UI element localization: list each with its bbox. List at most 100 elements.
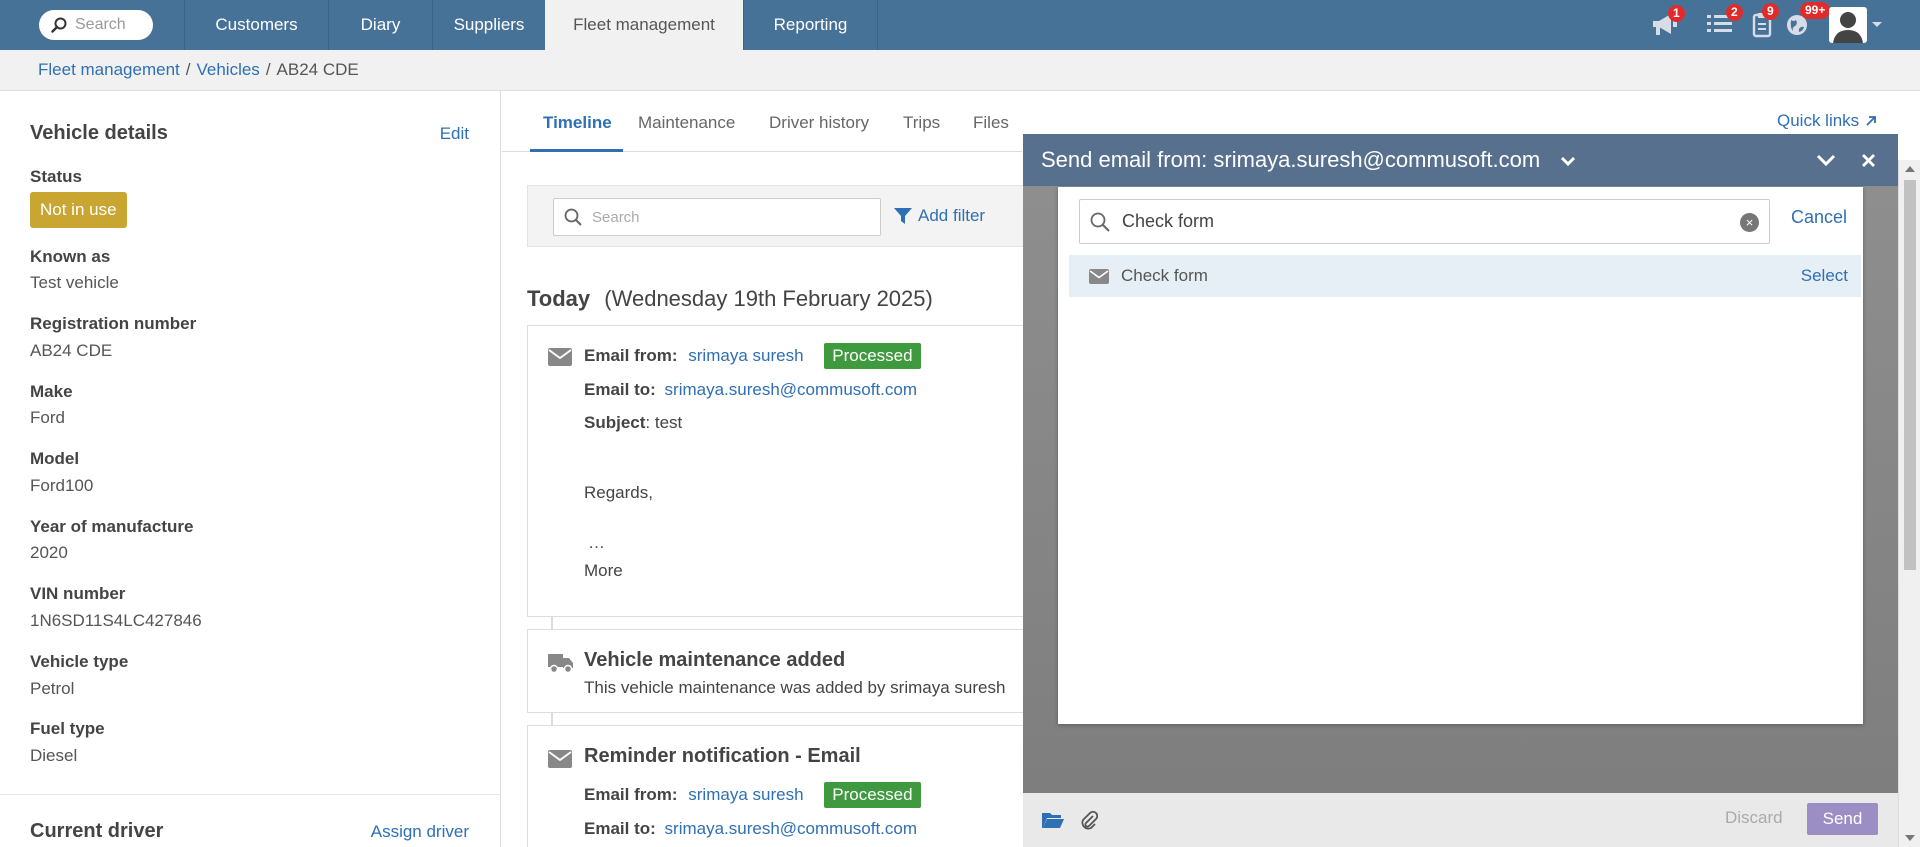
email-to-address-link[interactable]: srimaya.suresh@commusoft.com [665, 380, 918, 399]
nav-diary[interactable]: Diary [328, 0, 432, 50]
maintenance-timeline-card: Vehicle maintenance added This vehicle m… [527, 629, 1047, 713]
breadcrumb-vehicles[interactable]: Vehicles [196, 60, 259, 80]
field-value-model: Ford100 [30, 476, 94, 495]
breadcrumb-separator: / [185, 60, 191, 79]
announcements-badge: 1 [1668, 5, 1685, 22]
paperclip-icon[interactable] [1080, 810, 1098, 830]
reminder-to-row: Email to: srimaya.suresh@commusoft.com [584, 819, 917, 839]
send-email-title[interactable]: Send email from: srimaya.suresh@commusof… [1041, 147, 1576, 173]
field-label-vehicle-type: Vehicle type [30, 652, 129, 671]
field-value-known-as: Test vehicle [30, 273, 119, 292]
truck-icon [548, 654, 573, 674]
tasks-button[interactable]: 2 [1707, 4, 1743, 38]
send-email-modal-footer: Discard Send [1023, 793, 1898, 847]
day-date: (Wednesday 19th February 2025) [604, 286, 933, 311]
breadcrumb-separator: / [265, 60, 271, 79]
day-label: Today [527, 286, 591, 311]
reminder-from-row: Email from: srimaya suresh Processed [584, 782, 921, 808]
chevron-down-icon[interactable] [1871, 21, 1883, 29]
search-icon [564, 208, 582, 226]
announcements-button[interactable]: 1 [1650, 5, 1685, 38]
timeline-filter-bar: Search Add filter [527, 185, 1037, 247]
nav-suppliers[interactable]: Suppliers [432, 0, 545, 50]
picker-cancel-button[interactable]: Cancel [1791, 207, 1847, 228]
field-label-vin: VIN number [30, 584, 126, 603]
nav-reporting[interactable]: Reporting [743, 0, 878, 50]
reminder-from-label: Email from: [584, 785, 678, 804]
top-navigation-bar: Search Customers Diary Suppliers Fleet m… [0, 0, 1920, 50]
quick-links-button[interactable]: Quick links [1777, 111, 1877, 131]
clipboard-badge: 9 [1762, 3, 1779, 20]
email-more-link[interactable]: More [584, 561, 623, 581]
field-value-fuel-type: Diesel [30, 746, 78, 765]
nav-customers[interactable]: Customers [184, 0, 328, 50]
quick-links-label: Quick links [1777, 111, 1860, 130]
field-label-known-as: Known as [30, 247, 111, 266]
reminder-to-address-link[interactable]: srimaya.suresh@commusoft.com [665, 819, 918, 838]
template-picker: Check form × Cancel Check form Select [1058, 187, 1863, 724]
close-icon[interactable] [1861, 153, 1876, 168]
select-template-button[interactable]: Select [1801, 266, 1848, 286]
field-label-registration: Registration number [30, 314, 197, 333]
reminder-from-name-link[interactable]: srimaya suresh [688, 785, 803, 804]
user-avatar[interactable] [1829, 7, 1867, 43]
clear-search-icon[interactable]: × [1740, 213, 1759, 232]
reminder-timeline-card: Reminder notification - Email Email from… [527, 725, 1047, 847]
field-label-model: Model [30, 449, 80, 468]
breadcrumb-fleet-management[interactable]: Fleet management [38, 60, 180, 80]
tab-driver-history[interactable]: Driver history [769, 113, 869, 133]
scroll-up-arrow[interactable] [1905, 166, 1915, 172]
timeline-search-placeholder: Search [592, 208, 640, 226]
nav-fleet-management[interactable]: Fleet management [545, 0, 743, 50]
scroll-down-arrow[interactable] [1905, 835, 1915, 841]
reminder-card-title: Reminder notification - Email [584, 745, 861, 767]
envelope-icon [548, 750, 572, 768]
email-from-row: Email from: srimaya suresh Processed [584, 343, 921, 369]
timeline-connector [551, 712, 553, 726]
field-label-fuel-type: Fuel type [30, 719, 105, 738]
maintenance-card-title: Vehicle maintenance added [584, 649, 846, 671]
minimize-chevron-icon[interactable] [1816, 154, 1836, 167]
email-body-regards: Regards, [584, 483, 653, 502]
send-email-modal-header: Send email from: srimaya.suresh@commusof… [1023, 134, 1898, 186]
email-subject-label: Subject [584, 413, 646, 432]
tab-timeline[interactable]: Timeline [543, 113, 612, 133]
discard-button[interactable]: Discard [1725, 808, 1783, 828]
send-button[interactable]: Send [1807, 803, 1878, 835]
assign-driver-link[interactable]: Assign driver [371, 822, 469, 842]
page-scrollbar[interactable] [1898, 160, 1920, 847]
tab-maintenance[interactable]: Maintenance [638, 113, 735, 133]
email-body-ellipsis: … [588, 533, 605, 552]
template-result-row[interactable]: Check form Select [1069, 255, 1861, 297]
field-value-vehicle-type: Petrol [30, 679, 75, 698]
tab-files[interactable]: Files [973, 113, 1009, 133]
template-search-input[interactable]: Check form × [1079, 199, 1770, 244]
active-tab-indicator [530, 149, 623, 152]
template-result-name: Check form [1121, 266, 1208, 285]
tab-trips[interactable]: Trips [903, 113, 940, 133]
email-from-label: Email from: [584, 346, 678, 365]
edit-vehicle-link[interactable]: Edit [440, 124, 469, 144]
global-search-label: Search [75, 16, 126, 33]
field-value-make: Ford [30, 408, 65, 427]
add-filter-button[interactable]: Add filter [894, 206, 985, 226]
envelope-icon [548, 348, 572, 366]
global-search[interactable]: Search [39, 10, 153, 40]
status-label: Status [30, 167, 82, 186]
email-subject-value: : test [645, 413, 683, 432]
vehicle-tabs: Timeline Maintenance Driver history Trip… [502, 91, 1022, 152]
email-from-name-link[interactable]: srimaya suresh [688, 346, 803, 365]
add-filter-label: Add filter [918, 206, 986, 225]
folder-icon[interactable] [1042, 811, 1064, 829]
email-to-label: Email to: [584, 380, 656, 399]
globe-badge: 99+ [1800, 2, 1831, 19]
globe-button[interactable]: 99+ [1785, 2, 1831, 38]
filter-icon [894, 207, 912, 224]
main-nav: Customers Diary Suppliers Fleet manageme… [184, 0, 878, 50]
breadcrumb: Fleet management / Vehicles / AB24 CDE [0, 50, 1920, 91]
clipboard-button[interactable]: 9 [1752, 3, 1780, 38]
timeline-search-input[interactable]: Search [553, 198, 881, 236]
email-subject-row: Subject: test [584, 413, 682, 433]
scrollbar-thumb[interactable] [1904, 180, 1916, 570]
chevron-down-icon [1561, 156, 1576, 166]
